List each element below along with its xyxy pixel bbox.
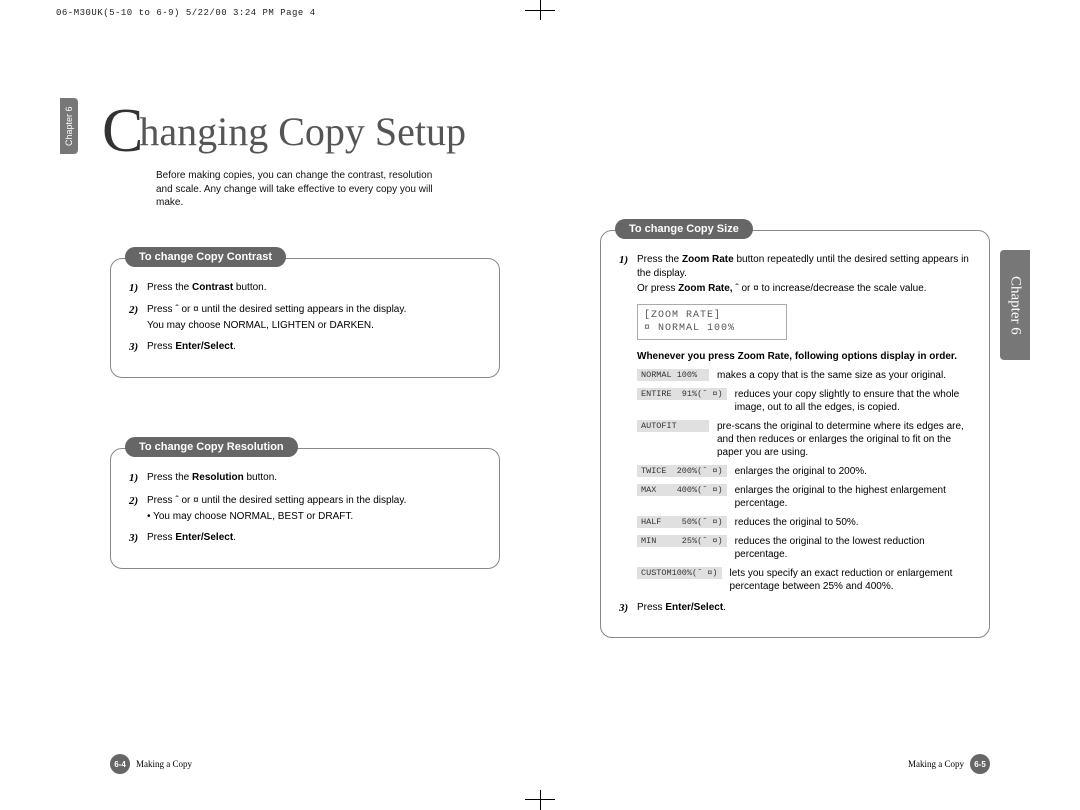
copy-resolution-box: To change Copy Resolution1)Press the Res… [110,448,500,569]
step-number: 1) [129,471,147,486]
option-desc: makes a copy that is the same size as yo… [717,369,971,382]
step-body: Press the Zoom Rate button repeatedly un… [637,253,971,296]
step-body: Press the Resolution button. [147,471,481,486]
option-desc: reduces your copy slightly to ensure tha… [735,388,971,414]
crop-mark-top [525,0,555,30]
footer-section-right: Making a Copy [908,759,964,769]
option-desc: pre-scans the original to determine wher… [717,420,971,459]
step-number: 3) [129,531,147,546]
page-badge-left: 6-4 [110,754,130,774]
option-label: TWICE 200%(ˆ ¤) [637,465,727,477]
step-body: Press Enter/Select. [637,601,971,616]
zoom-options-table: NORMAL 100% makes a copy that is the same… [637,369,971,593]
box-title: To change Copy Contrast [125,247,286,267]
box-title: To change Copy Resolution [125,437,298,457]
option-row: MAX 400%(ˆ ¤) enlarges the original to th… [637,484,971,510]
step-body: Press Enter/Select. [147,340,481,355]
step-body: Press Enter/Select. [147,531,481,546]
option-row: CUSTOM100%(ˆ ¤) lets you specify an exact… [637,567,971,593]
step-sub: You may choose NORMAL, LIGHTEN or DARKEN… [147,319,481,333]
footer-right: Making a Copy 6-5 [908,754,990,774]
option-row: ENTIRE 91%(ˆ ¤) reduces your copy slightl… [637,388,971,414]
crop-mark-bottom [525,780,555,810]
option-row: AUTOFIT pre-scans the original to determi… [637,420,971,459]
step-sub: • You may choose NORMAL, BEST or DRAFT. [147,510,481,524]
step-body: Press ˆ or ¤ until the desired setting a… [147,303,481,332]
option-desc: lets you specify an exact reduction or e… [730,567,971,593]
step-number: 1) [129,281,147,296]
step-number: 3) [619,601,637,616]
step: 1)Press the Zoom Rate button repeatedly … [619,253,971,296]
intro-text: Before making copies, you can change the… [156,169,446,210]
title-rest: hanging Copy Setup [139,109,466,154]
option-label: CUSTOM100%(ˆ ¤) [637,567,722,579]
step-number: 2) [129,494,147,523]
step: 1)Press the Resolution button. [129,471,481,486]
step: 2)Press ˆ or ¤ until the desired setting… [129,303,481,332]
option-label: AUTOFIT [637,420,709,432]
option-row: MIN 25%(ˆ ¤) reduces the original to the … [637,535,971,561]
option-label: MAX 400%(ˆ ¤) [637,484,727,496]
page-title: Changing Copy Setup [102,90,500,161]
option-row: HALF 50%(ˆ ¤) reduces the original to 50%… [637,516,971,529]
step: 3)Press Enter/Select. [129,531,481,546]
option-desc: enlarges the original to 200%. [735,465,971,478]
option-row: TWICE 200%(ˆ ¤) enlarges the original to … [637,465,971,478]
copy-contrast-box: To change Copy Contrast1)Press the Contr… [110,258,500,379]
dropcap: C [102,96,143,167]
step-body: Press the Contrast button. [147,281,481,296]
option-desc: enlarges the original to the highest enl… [735,484,971,510]
step-body: Press ˆ or ¤ until the desired setting a… [147,494,481,523]
step: 2)Press ˆ or ¤ until the desired setting… [129,494,481,523]
option-label: MIN 25%(ˆ ¤) [637,535,727,547]
copy-size-box: To change Copy Size 1)Press the Zoom Rat… [600,230,990,638]
step-number: 3) [129,340,147,355]
step: 1)Press the Contrast button. [129,281,481,296]
option-desc: reduces the original to the lowest reduc… [735,535,971,561]
option-row: NORMAL 100% makes a copy that is the same… [637,369,971,382]
option-label: NORMAL 100% [637,369,709,381]
step: 3)Press Enter/Select. [619,601,971,616]
footer-left: 6-4 Making a Copy [110,754,192,774]
zoom-note: Whenever you press Zoom Rate, following … [637,350,971,363]
left-column: Changing Copy Setup Before making copies… [50,40,560,780]
step-number: 1) [619,253,637,296]
option-label: ENTIRE 91%(ˆ ¤) [637,388,727,400]
lcd-display: [ZOOM RATE] ¤ NORMAL 100% [637,304,787,340]
option-desc: reduces the original to 50%. [735,516,971,529]
right-column: To change Copy Size 1)Press the Zoom Rat… [560,40,1030,780]
page-badge-right: 6-5 [970,754,990,774]
step: 3)Press Enter/Select. [129,340,481,355]
print-stamp: 06-M30UK(5-10 to 6-9) 5/22/00 3:24 PM Pa… [56,8,316,18]
option-label: HALF 50%(ˆ ¤) [637,516,727,528]
step-number: 2) [129,303,147,332]
box-title-copy-size: To change Copy Size [615,219,753,239]
footer-section-left: Making a Copy [136,759,192,769]
